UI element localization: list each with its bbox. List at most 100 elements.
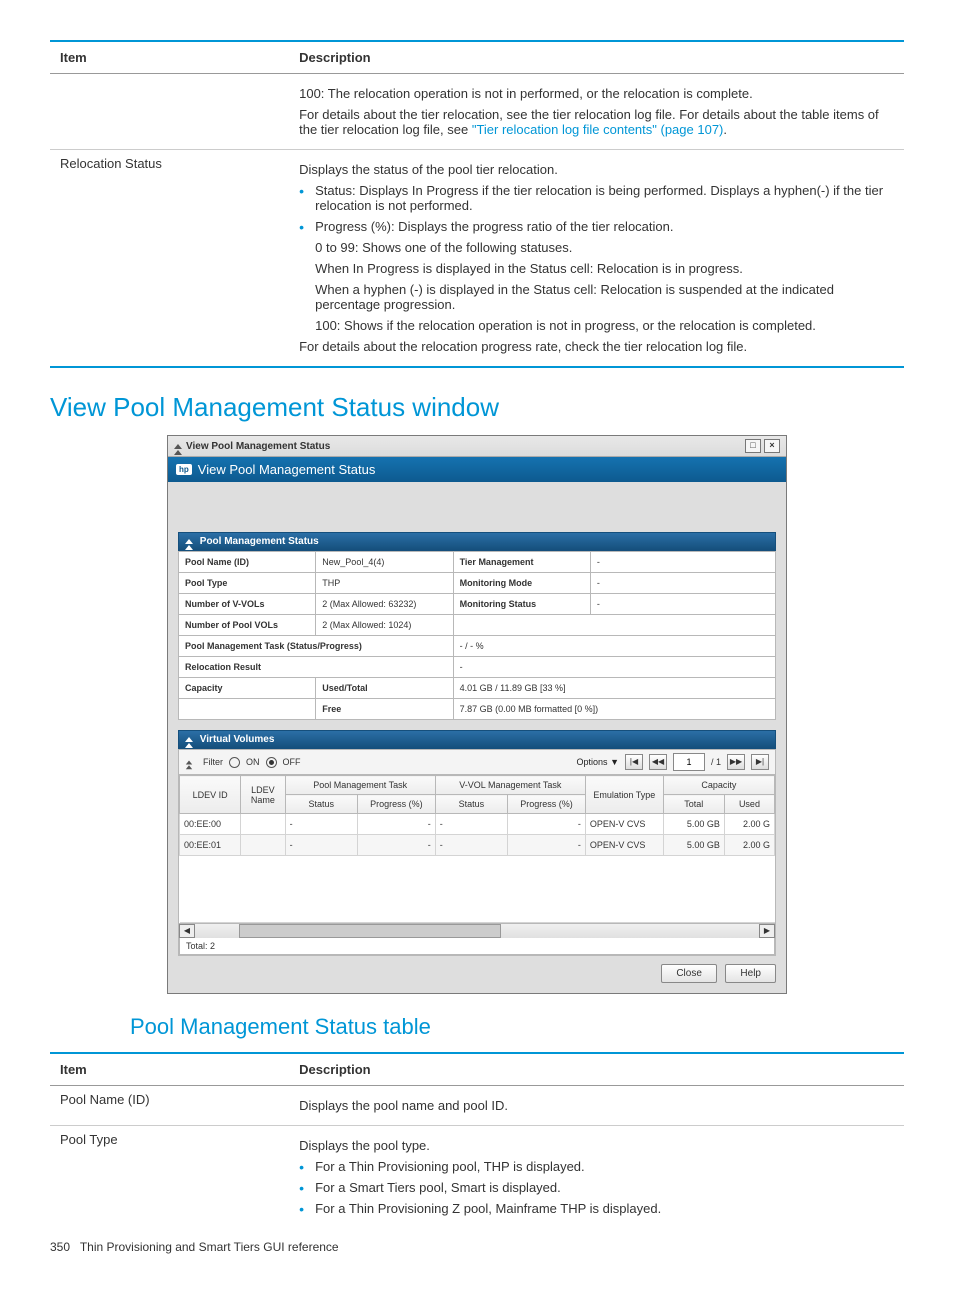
- lbl: Relocation Result: [179, 657, 454, 678]
- on-label: ON: [246, 757, 260, 767]
- cell: 5.00 GB: [663, 814, 724, 835]
- filter-on-radio[interactable]: [229, 757, 240, 768]
- kv-table: Pool Name (ID) New_Pool_4(4) Tier Manage…: [178, 551, 776, 720]
- li: For a Thin Provisioning pool, THP is dis…: [299, 1159, 894, 1174]
- col-used[interactable]: Used: [724, 795, 774, 814]
- item-relocation-status: Relocation Status: [50, 150, 289, 368]
- lbl: Number of Pool VOLs: [179, 615, 316, 636]
- page-total: / 1: [711, 757, 721, 767]
- empty-cell: [50, 74, 289, 150]
- col-progress[interactable]: Progress (%): [508, 795, 586, 814]
- bullet-list: Status: Displays In Progress if the tier…: [299, 183, 894, 234]
- footer-text: Thin Provisioning and Smart Tiers GUI re…: [80, 1240, 339, 1254]
- col-status[interactable]: Status: [285, 795, 357, 814]
- page-last-icon[interactable]: ▶|: [751, 754, 769, 770]
- relocation-table: Item Description 100: The relocation ope…: [50, 40, 904, 368]
- p: 100: Shows if the relocation operation i…: [315, 318, 894, 333]
- total-line: Total: 2: [179, 938, 775, 955]
- cell: -: [285, 814, 357, 835]
- li: For a Thin Provisioning Z pool, Mainfram…: [299, 1201, 894, 1216]
- page-footer: 350 Thin Provisioning and Smart Tiers GU…: [50, 1240, 904, 1254]
- cell: -: [285, 835, 357, 856]
- col-desc: Description: [289, 1053, 904, 1086]
- col-status[interactable]: Status: [435, 795, 507, 814]
- cell: 00:EE:01: [180, 835, 241, 856]
- col-ldevid[interactable]: LDEV ID: [180, 776, 241, 814]
- window-title: View Pool Management Status: [186, 441, 330, 452]
- close-icon[interactable]: ×: [764, 439, 780, 453]
- table-row[interactable]: 00:EE:01----OPEN-V CVS5.00 GB2.00 G: [180, 835, 775, 856]
- cell: OPEN-V CVS: [585, 814, 663, 835]
- val: -: [453, 657, 775, 678]
- val: 2 (Max Allowed: 1024): [316, 615, 453, 636]
- li: Status: Displays In Progress if the tier…: [299, 183, 894, 213]
- pool-status-header[interactable]: Pool Management Status: [178, 532, 776, 551]
- page-input[interactable]: [673, 753, 705, 771]
- h2-pool-status-table: Pool Management Status table: [130, 1014, 904, 1040]
- lbl: Pool Management Task (Status/Progress): [179, 636, 454, 657]
- col-total[interactable]: Total: [663, 795, 724, 814]
- close-button[interactable]: Close: [661, 964, 717, 983]
- cell: 2.00 G: [724, 835, 774, 856]
- col-emul[interactable]: Emulation Type: [585, 776, 663, 814]
- col-progress[interactable]: Progress (%): [357, 795, 435, 814]
- cell: 2.00 G: [724, 814, 774, 835]
- page-first-icon[interactable]: |◀: [625, 754, 643, 770]
- header-title: View Pool Management Status: [198, 462, 376, 477]
- p: For details about the relocation progres…: [299, 339, 894, 354]
- val: 2 (Max Allowed: 63232): [316, 594, 453, 615]
- scroll-thumb[interactable]: [239, 924, 501, 938]
- screenshot-window: View Pool Management Status □ × hp View …: [167, 435, 787, 994]
- p: For details about the tier relocation, s…: [299, 107, 894, 137]
- col-ldevname[interactable]: LDEV Name: [241, 776, 285, 814]
- desc-cell: Displays the pool name and pool ID.: [289, 1086, 904, 1126]
- val: New_Pool_4(4): [316, 552, 453, 573]
- page-prev-icon[interactable]: ◀◀: [649, 754, 667, 770]
- val: THP: [316, 573, 453, 594]
- page-number: 350: [50, 1240, 70, 1254]
- item-cell: Pool Name (ID): [50, 1086, 289, 1126]
- cell: 5.00 GB: [663, 835, 724, 856]
- col-pmt[interactable]: Pool Management Task: [285, 776, 435, 795]
- val: - / - %: [453, 636, 775, 657]
- col-vvt[interactable]: V-VOL Management Task: [435, 776, 585, 795]
- lbl: Monitoring Status: [453, 594, 590, 615]
- lbl: Number of V-VOLs: [179, 594, 316, 615]
- cell: -: [435, 814, 507, 835]
- cell: OPEN-V CVS: [585, 835, 663, 856]
- link-tier-log[interactable]: "Tier relocation log file contents" (pag…: [472, 122, 724, 137]
- restore-icon[interactable]: □: [745, 439, 761, 453]
- help-button[interactable]: Help: [725, 964, 776, 983]
- page-next-icon[interactable]: ▶▶: [727, 754, 745, 770]
- cell: -: [508, 835, 586, 856]
- p: Displays the status of the pool tier rel…: [299, 162, 894, 177]
- cell: -: [357, 835, 435, 856]
- cell: 00:EE:00: [180, 814, 241, 835]
- cell: -: [357, 814, 435, 835]
- desc-relocation-status: Displays the status of the pool tier rel…: [289, 150, 904, 368]
- scroll-left-icon[interactable]: ◀: [179, 924, 195, 938]
- options-dropdown[interactable]: Options ▼: [577, 757, 619, 767]
- p: 100: The relocation operation is not in …: [299, 86, 894, 101]
- table-row[interactable]: 00:EE:00----OPEN-V CVS5.00 GB2.00 G: [180, 814, 775, 835]
- val: -: [590, 573, 775, 594]
- pool-status-table: Item Description Pool Name (ID)Displays …: [50, 1052, 904, 1228]
- cell: [241, 814, 285, 835]
- val: 7.87 GB (0.00 MB formatted [0 %]): [453, 699, 775, 720]
- horizontal-scrollbar[interactable]: ◀ ▶: [179, 923, 775, 938]
- window-titlebar: View Pool Management Status □ ×: [168, 436, 786, 457]
- cell: [241, 835, 285, 856]
- scroll-right-icon[interactable]: ▶: [759, 924, 775, 938]
- h1-view-pool: View Pool Management Status window: [50, 392, 904, 423]
- lbl: Pool Name (ID): [179, 552, 316, 573]
- lbl: Pool Type: [179, 573, 316, 594]
- collapse-icon[interactable]: [174, 444, 182, 449]
- virtual-volumes-header[interactable]: Virtual Volumes: [178, 730, 776, 749]
- col-cap[interactable]: Capacity: [663, 776, 774, 795]
- filter-off-radio[interactable]: [266, 757, 277, 768]
- p: When a hyphen (-) is displayed in the St…: [315, 282, 894, 312]
- col-item: Item: [50, 41, 289, 74]
- chevron-icon: [186, 760, 192, 764]
- lbl: Monitoring Mode: [453, 573, 590, 594]
- val: 4.01 GB / 11.89 GB [33 %]: [453, 678, 775, 699]
